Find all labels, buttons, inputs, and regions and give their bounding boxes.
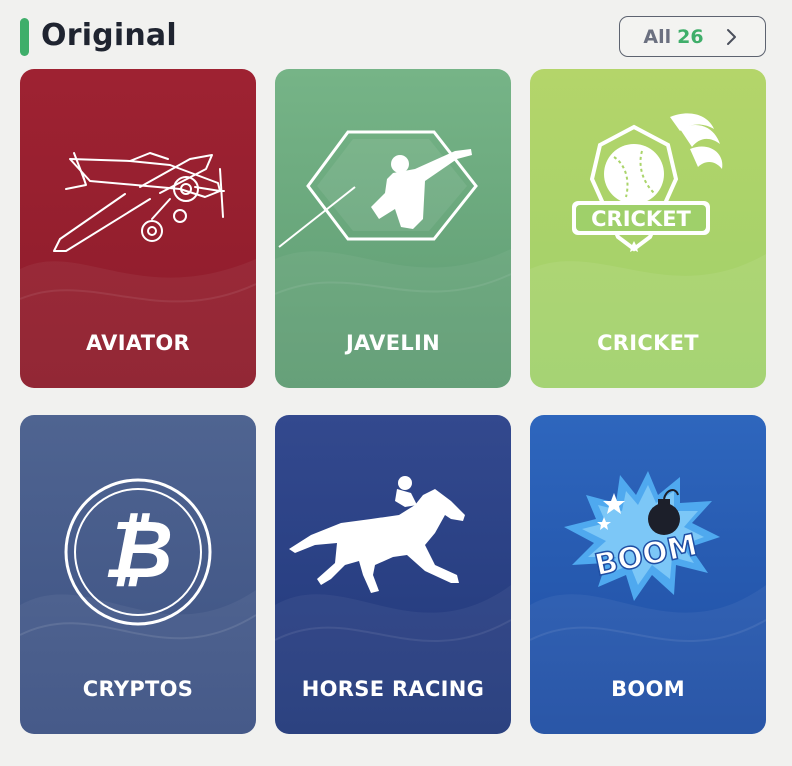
game-title: BOOM — [611, 677, 685, 701]
game-card-aviator[interactable]: AVIATOR — [20, 69, 256, 388]
svg-text:₿: ₿ — [103, 503, 173, 596]
section-accent-bar — [20, 18, 29, 56]
game-card-cryptos[interactable]: ₿ CRYPTOS — [20, 415, 256, 734]
section-header: Original All 26 — [0, 0, 792, 70]
game-card-cricket[interactable]: CRICKET CRICKET — [530, 69, 766, 388]
chevron-right-icon — [726, 28, 736, 45]
svg-text:CRICKET: CRICKET — [591, 207, 691, 231]
game-card-horse-racing[interactable]: HORSE RACING — [275, 415, 511, 734]
game-title: CRICKET — [597, 331, 699, 355]
view-all-button[interactable]: All 26 — [619, 16, 766, 57]
section-title: Original — [41, 18, 177, 53]
game-card-boom[interactable]: BOOM BOOM — [530, 415, 766, 734]
game-title: CRYPTOS — [82, 677, 194, 701]
game-card-javelin[interactable]: JAVELIN — [275, 69, 511, 388]
game-title: AVIATOR — [86, 331, 190, 355]
game-title: HORSE RACING — [301, 677, 485, 701]
game-title: JAVELIN — [345, 331, 441, 355]
view-all-label: All — [643, 25, 672, 48]
games-count-badge: 26 — [677, 25, 704, 48]
